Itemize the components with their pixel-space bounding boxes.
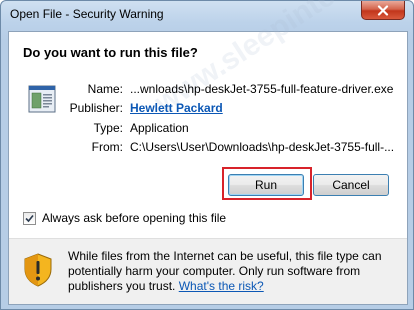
always-ask-checkbox[interactable]	[23, 211, 36, 225]
whats-the-risk-link[interactable]: What's the risk?	[179, 279, 264, 293]
dialog-window: Open File - Security Warning www.sleepin…	[0, 0, 414, 310]
publisher-label: Publisher:	[69, 101, 123, 115]
type-value: Application	[130, 121, 189, 135]
title-bar[interactable]: Open File - Security Warning	[1, 1, 413, 31]
warning-shield-icon	[23, 253, 53, 290]
always-ask-option[interactable]: Always ask before opening this file	[23, 211, 226, 225]
from-label: From:	[91, 140, 123, 154]
dialog-body: www.sleepinterdriverdownload.com Do you …	[8, 0, 414, 305]
type-label: Type:	[93, 121, 123, 135]
close-icon	[377, 4, 389, 16]
run-button[interactable]: Run	[228, 174, 304, 196]
cancel-button[interactable]: Cancel	[313, 174, 389, 196]
name-label: Name:	[87, 82, 123, 96]
warning-footer: While files from the Internet can be use…	[9, 238, 407, 304]
publisher-link[interactable]: Hewlett Packard	[130, 101, 223, 115]
dialog-heading: Do you want to run this file?	[23, 45, 198, 60]
window-title: Open File - Security Warning	[10, 7, 164, 21]
warning-message: While files from the Internet can be use…	[68, 249, 388, 294]
file-name-value: ...wnloads\hp-deskJet-3755-full-feature-…	[130, 82, 394, 96]
always-ask-label: Always ask before opening this file	[42, 211, 227, 225]
close-button[interactable]	[361, 1, 405, 20]
checkmark-icon	[25, 214, 34, 222]
from-value: C:\Users\User\Downloads\hp-deskJet-3755-…	[130, 140, 395, 154]
